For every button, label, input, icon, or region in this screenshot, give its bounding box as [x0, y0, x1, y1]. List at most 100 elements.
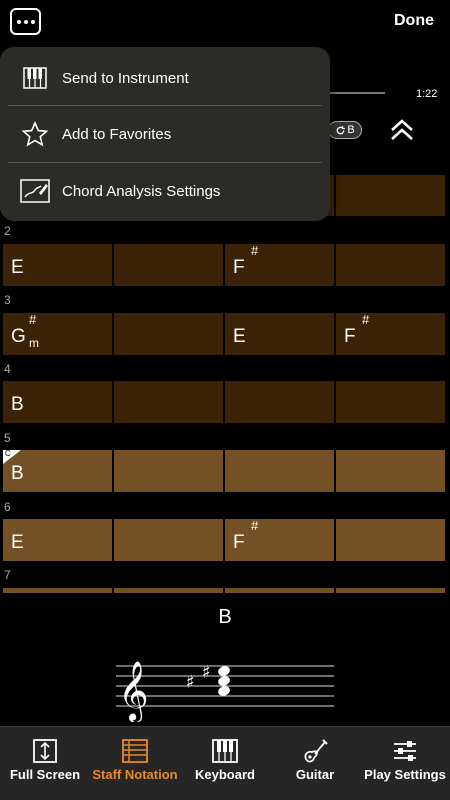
tab-guitar[interactable]: Guitar [270, 737, 360, 782]
chord-cell[interactable] [225, 380, 334, 423]
chord-cell[interactable] [114, 449, 223, 492]
chord-cell[interactable]: E [3, 518, 112, 561]
chord-cell[interactable] [3, 587, 112, 593]
menu-item-chord-analysis-settings[interactable]: Chord Analysis Settings [0, 163, 330, 219]
chord-label: E [233, 326, 246, 348]
measure-number: 5 [4, 431, 11, 445]
chord-root: F [344, 326, 356, 347]
chord-cell[interactable] [114, 243, 223, 286]
keyboard-icon [212, 739, 238, 763]
measure-number: 2 [4, 224, 11, 238]
chord-root: E [11, 532, 24, 553]
tab-staff-notation[interactable]: Staff Notation [90, 737, 180, 782]
chord-root: B [11, 394, 24, 415]
sharp-icon: ♯ [186, 672, 195, 693]
top-bar: Done [0, 0, 450, 44]
chord-settings-icon [20, 177, 50, 205]
options-menu: Send to Instrument Add to Favorites Chor… [0, 47, 330, 221]
chord-cell[interactable] [114, 518, 223, 561]
collapse-chevron-icon[interactable] [388, 117, 416, 143]
tab-play-settings[interactable]: Play Settings [360, 737, 450, 782]
guitar-icon [304, 739, 328, 763]
chord-accidental: # [251, 518, 259, 533]
treble-clef-icon: 𝄞 [118, 661, 149, 722]
staff-notation-icon [122, 739, 148, 763]
section-marker-label: C [5, 449, 11, 458]
chord-root: E [11, 257, 24, 278]
chord-cell[interactable]: E [3, 243, 112, 286]
chord-label: G # m [11, 312, 39, 350]
chord-root: F [233, 532, 245, 553]
dot [16, 19, 21, 24]
chord-label: B [11, 394, 24, 416]
tab-label: Keyboard [195, 767, 255, 782]
chord-cell[interactable] [114, 587, 223, 593]
dot [30, 19, 35, 24]
chord-cell[interactable] [114, 312, 223, 355]
menu-item-label: Send to Instrument [62, 69, 189, 87]
chord-quality: m [29, 336, 39, 350]
note-head [218, 666, 230, 676]
note-head [218, 676, 230, 686]
chord-root: B [11, 463, 24, 484]
chord-label: F # [233, 243, 258, 279]
dot [23, 19, 28, 24]
tab-label: Play Settings [364, 767, 446, 782]
measure-number: 4 [4, 362, 11, 376]
chord-label: F # [344, 312, 369, 348]
tab-full-screen[interactable]: Full Screen [0, 737, 90, 782]
menu-item-label: Chord Analysis Settings [62, 182, 221, 200]
note-head [218, 686, 230, 696]
sliders-icon [394, 741, 416, 761]
measure-number: 7 [4, 568, 11, 582]
chord-cell[interactable]: F # [225, 518, 334, 561]
chord-cell[interactable] [336, 380, 445, 423]
chord-cell[interactable] [225, 449, 334, 492]
chord-root: E [233, 326, 246, 347]
playback-time: 1:22 [416, 88, 438, 100]
bottom-tab-bar: Full Screen Staff Notation Keyboard Guit… [0, 726, 450, 800]
chord-cell[interactable] [114, 380, 223, 423]
key-button-label: B [347, 124, 355, 136]
star-icon [20, 120, 50, 148]
measure-number: 6 [4, 500, 11, 514]
chord-cell[interactable] [336, 243, 445, 286]
chord-root: G [11, 326, 26, 347]
menu-item-label: Add to Favorites [62, 125, 172, 143]
menu-item-send-to-instrument[interactable]: Send to Instrument [0, 50, 330, 106]
chord-cell[interactable] [336, 587, 445, 593]
chord-cell[interactable]: E [225, 312, 334, 355]
chord-accidental: # [362, 312, 370, 327]
current-chord-name: B [218, 606, 232, 628]
key-button[interactable]: B [328, 121, 362, 139]
done-button[interactable]: Done [394, 12, 434, 30]
full-screen-icon [33, 739, 57, 763]
tab-keyboard[interactable]: Keyboard [180, 737, 270, 782]
chord-staff-notation: 𝄞 ♯ ♯ [116, 661, 334, 722]
chord-cell[interactable] [336, 518, 445, 561]
sharp-icon: ♯ [202, 662, 211, 683]
chord-label: B [11, 463, 24, 485]
chord-cell[interactable]: CB [3, 449, 112, 492]
keyboard-icon [20, 64, 50, 92]
chord-cell[interactable]: F # [336, 312, 445, 355]
chord-label: F # [233, 518, 258, 554]
chord-cell[interactable]: G # m [3, 312, 112, 355]
tab-label: Full Screen [9, 767, 81, 782]
rotate-icon [336, 125, 346, 134]
chord-label: E [11, 532, 24, 554]
chord-cell[interactable] [336, 174, 445, 216]
chord-label: E [11, 257, 24, 279]
chord-cell[interactable]: F # [225, 243, 334, 286]
chord-accidental: # [251, 243, 259, 258]
tab-label: Guitar [295, 767, 335, 782]
chord-cell[interactable]: B [3, 380, 112, 423]
chord-accidental: # [29, 312, 37, 327]
more-options-button[interactable] [10, 8, 41, 35]
tab-label: Staff Notation [92, 767, 178, 782]
chord-cell[interactable] [336, 449, 445, 492]
chord-cell[interactable] [225, 587, 334, 593]
chord-root: F [233, 257, 245, 278]
measure-number: 3 [4, 293, 11, 307]
menu-item-add-to-favorites[interactable]: Add to Favorites [0, 106, 330, 162]
